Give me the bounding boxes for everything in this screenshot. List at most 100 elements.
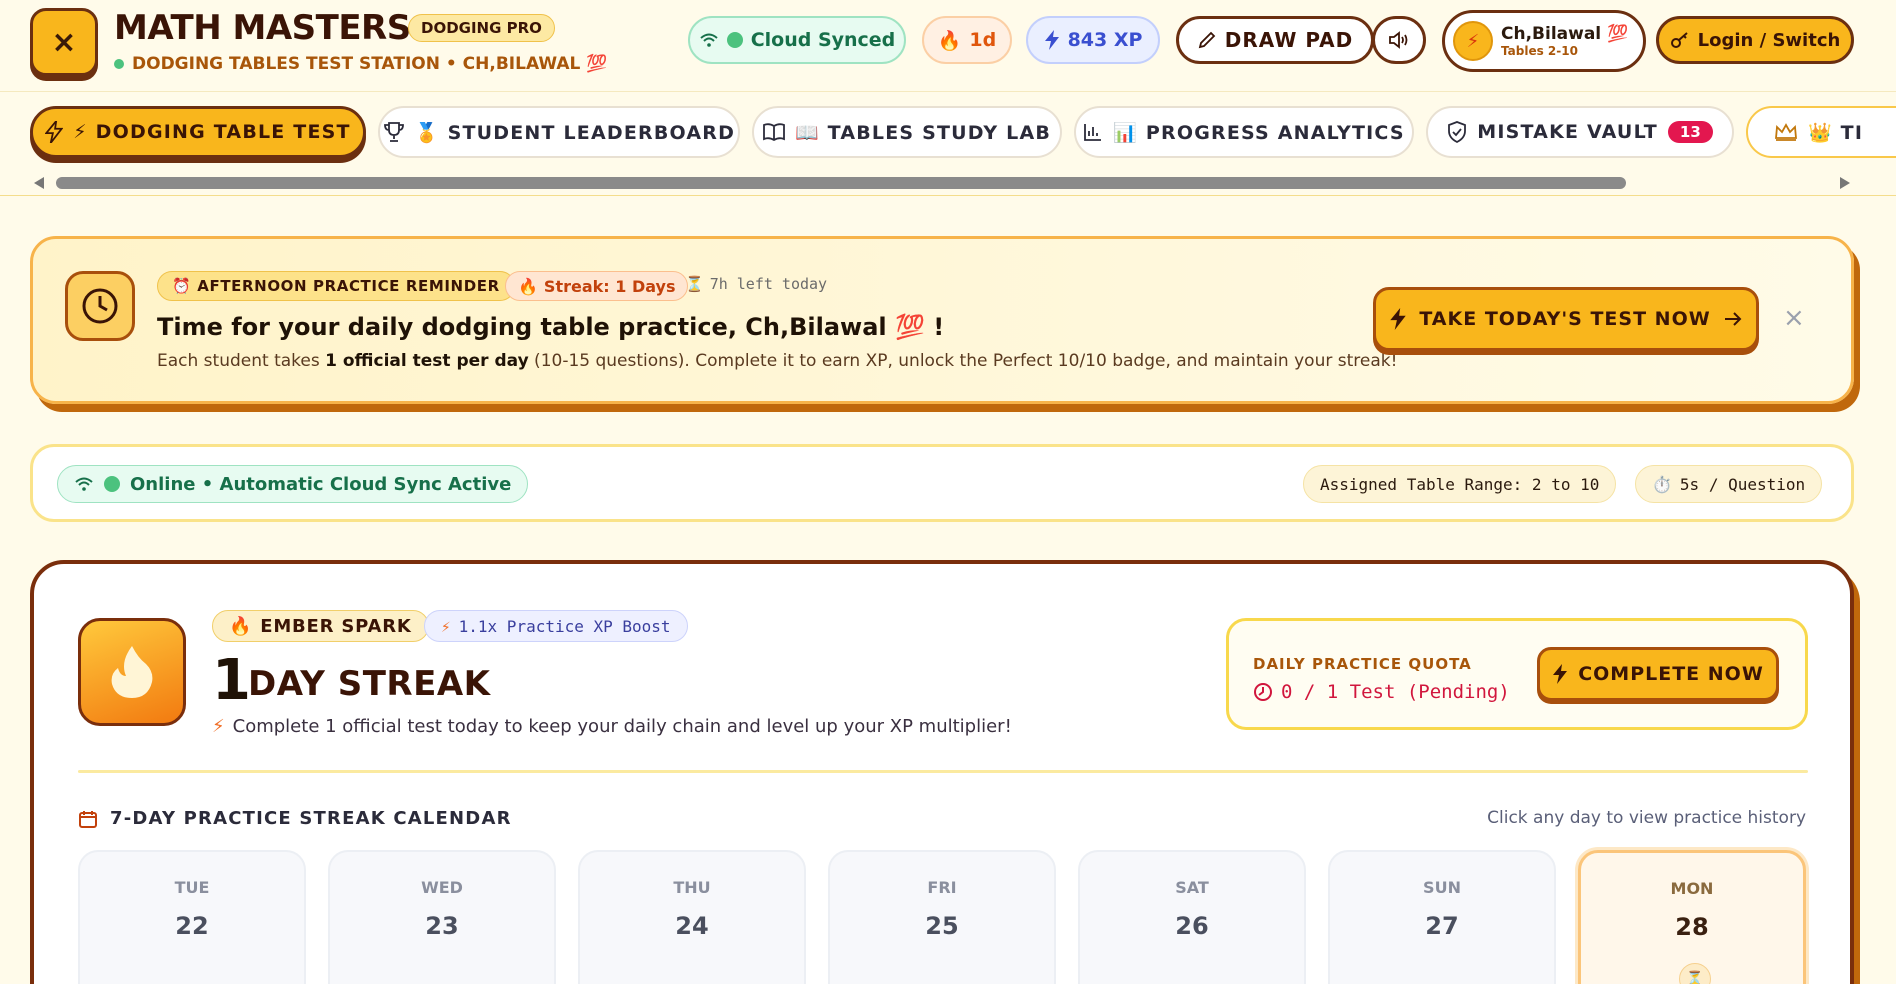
sync-dot-icon	[726, 32, 743, 48]
pro-badge: DODGING PRO	[408, 14, 555, 42]
reminder-tag-label: AFTERNOON PRACTICE REMINDER	[197, 277, 500, 295]
day-number: 27	[1425, 912, 1459, 940]
tab-student-leaderboard[interactable]: 🏅 STUDENT LEADERBOARD	[378, 106, 740, 158]
streak-tag: 🔥 Streak: 1 Days	[505, 271, 689, 301]
streak-card: 🔥 EMBER SPARK ⚡ 1.1x Practice XP Boost 1…	[30, 560, 1854, 984]
online-status-pill: Online • Automatic Cloud Sync Active	[57, 465, 529, 503]
tab-mistake-vault[interactable]: MISTAKE VAULT 13	[1426, 106, 1734, 158]
shield-icon	[1448, 121, 1467, 143]
online-dot-icon	[104, 476, 120, 492]
pencil-icon	[1198, 31, 1216, 49]
quota-label: DAILY PRACTICE QUOTA	[1253, 655, 1472, 673]
streak-days-label: 1d	[969, 29, 997, 51]
flame-icon	[78, 618, 186, 726]
calendar-hint: Click any day to view practice history	[1487, 808, 1806, 828]
daily-quota-box: DAILY PRACTICE QUOTA 0 / 1 Test (Pending…	[1226, 618, 1808, 730]
calendar-day[interactable]: WED 23	[328, 850, 556, 984]
bolt-icon: ⚡	[212, 716, 225, 737]
tab-label: 📊 PROGRESS ANALYTICS	[1113, 121, 1405, 144]
login-switch-button[interactable]: Login / Switch	[1656, 16, 1854, 64]
sync-status-bar: Online • Automatic Cloud Sync Active Ass…	[30, 444, 1854, 522]
trophy-icon	[384, 122, 404, 142]
hourglass-icon: ⏳	[1679, 963, 1711, 984]
reminder-tag: ⏰ AFTERNOON PRACTICE REMINDER	[157, 271, 515, 301]
cloud-sync-pill[interactable]: Cloud Synced	[688, 16, 906, 64]
day-number: 26	[1175, 912, 1209, 940]
bolt-icon: ⚡	[441, 616, 451, 636]
day-name: WED	[421, 878, 463, 897]
day-number: 23	[425, 912, 459, 940]
streak-label: DAY STREAK	[248, 664, 491, 704]
user-tables: Tables 2-10	[1501, 44, 1578, 58]
day-number: 22	[175, 912, 209, 940]
wifi-icon	[700, 33, 718, 47]
tab-titles[interactable]: 👑 TI	[1746, 106, 1896, 158]
calendar-day[interactable]: FRI 25	[828, 850, 1056, 984]
tab-tables-study-lab[interactable]: 📖 TABLES STUDY LAB	[752, 106, 1062, 158]
fire-icon: 🔥	[937, 29, 962, 52]
key-icon	[1670, 32, 1688, 48]
scroll-left-arrow-icon[interactable]	[34, 177, 44, 189]
take-test-label: TAKE TODAY'S TEST NOW	[1419, 308, 1711, 330]
mistake-count-badge: 13	[1667, 121, 1713, 143]
xp-pill[interactable]: 843 XP	[1026, 16, 1160, 64]
streak-tier-tag: 🔥 EMBER SPARK	[212, 610, 429, 642]
streak-pill[interactable]: 🔥 1d	[922, 16, 1012, 64]
table-range-pill: Assigned Table Range: 2 to 10	[1303, 465, 1617, 503]
complete-now-button[interactable]: COMPLETE NOW	[1537, 647, 1779, 701]
station-subtitle: DODGING TABLES TEST STATION • CH,BILAWAL…	[114, 54, 607, 74]
xp-label: 843 XP	[1067, 29, 1143, 51]
tab-scrollbar[interactable]	[30, 176, 1850, 190]
stopwatch-icon: ⏱️	[1652, 474, 1672, 494]
calendar-day[interactable]: THU 24	[578, 850, 806, 984]
calendar-day[interactable]: SUN 27	[1328, 850, 1556, 984]
calendar-title: 7-DAY PRACTICE STREAK CALENDAR	[78, 808, 512, 829]
nav-divider	[0, 195, 1896, 196]
user-name: Ch,Bilawal 💯	[1501, 23, 1629, 44]
take-test-button[interactable]: TAKE TODAY'S TEST NOW	[1373, 287, 1759, 351]
day-number: 25	[925, 912, 959, 940]
section-divider	[78, 770, 1808, 773]
tab-label: 👑 TI	[1808, 121, 1864, 144]
scrollbar-thumb[interactable]	[56, 177, 1626, 189]
bar-chart-icon	[1084, 124, 1102, 141]
tab-progress-analytics[interactable]: 📊 PROGRESS ANALYTICS	[1074, 106, 1414, 158]
crown-icon	[1775, 123, 1797, 141]
tab-dodging-table-test[interactable]: ⚡ DODGING TABLE TEST	[30, 106, 366, 158]
bolt-icon	[45, 121, 64, 143]
day-name: SAT	[1175, 878, 1209, 897]
online-dot-icon	[114, 59, 124, 69]
tab-label: 📖 TABLES STUDY LAB	[794, 121, 1052, 144]
streak-hint: ⚡ Complete 1 official test today to keep…	[212, 716, 1012, 737]
fire-icon: 🔥	[229, 615, 253, 637]
calendar-day[interactable]: SAT 26	[1078, 850, 1306, 984]
practice-reminder-banner: ⏰ AFTERNOON PRACTICE REMINDER 🔥 Streak: …	[30, 236, 1854, 404]
time-left-label: ⏳ 7h left today	[685, 275, 828, 293]
tab-label: 🏅 STUDENT LEADERBOARD	[414, 121, 736, 144]
avatar: ⚡	[1453, 21, 1493, 61]
day-name: FRI	[927, 878, 957, 897]
close-button[interactable]: ×	[30, 8, 98, 76]
calendar-day[interactable]: TUE 22	[78, 850, 306, 984]
wifi-icon	[75, 477, 93, 491]
speaker-icon	[1389, 31, 1408, 49]
book-icon	[763, 123, 785, 142]
streak-count: 1	[212, 648, 251, 713]
day-number: 28	[1675, 913, 1709, 941]
login-label: Login / Switch	[1697, 29, 1841, 51]
main-nav: ⚡ DODGING TABLE TEST 🏅 STUDENT LEADERBOA…	[0, 92, 1896, 196]
bolt-icon	[1390, 308, 1407, 330]
calendar-day-today[interactable]: MON 28 ⏳	[1578, 850, 1806, 984]
cloud-status-label: Cloud Synced	[750, 29, 896, 51]
bolt-icon	[1044, 30, 1059, 50]
user-profile-chip[interactable]: ⚡ Ch,Bilawal 💯 Tables 2-10	[1442, 10, 1646, 72]
bolt-icon	[1553, 664, 1568, 684]
close-icon[interactable]: ×	[1783, 303, 1805, 333]
sound-toggle-button[interactable]	[1372, 16, 1426, 64]
reminder-description: Each student takes 1 official test per d…	[157, 351, 1398, 371]
clock-icon	[1254, 683, 1272, 701]
draw-pad-button[interactable]: DRAW PAD	[1176, 16, 1374, 64]
time-per-question-pill: ⏱️ 5s / Question	[1635, 465, 1823, 503]
scroll-right-arrow-icon[interactable]	[1840, 177, 1850, 189]
day-name: THU	[673, 878, 711, 897]
